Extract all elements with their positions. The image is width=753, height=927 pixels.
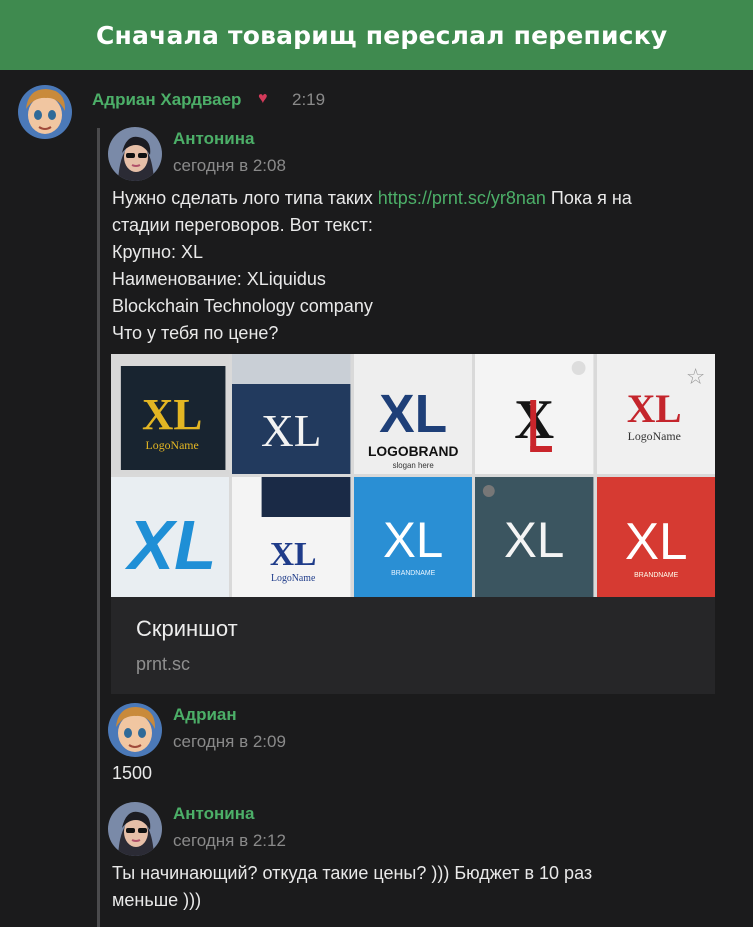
logo-tile: XL: [475, 477, 594, 597]
logo-tile: XL BRANDNAME: [596, 477, 715, 597]
message-line: Ты начинающий? откуда такие цены? ))) Бю…: [112, 863, 593, 883]
heart-icon: ♥: [258, 90, 268, 107]
forward-time: сегодня в 2:09: [173, 732, 286, 751]
tile-label: LogoName: [271, 573, 316, 584]
svg-text:XL: XL: [142, 391, 202, 439]
message-line: Наименование: XLiquidus: [112, 269, 326, 289]
svg-text:☆: ☆: [686, 365, 705, 390]
logo-tile: XL LogoName: [232, 477, 351, 597]
svg-text:XL: XL: [383, 512, 443, 568]
svg-text:XL: XL: [270, 536, 317, 573]
forward-quote-bar: [97, 128, 100, 927]
logo-tile: X: [475, 354, 594, 474]
forward-author[interactable]: Адриан: [173, 705, 237, 725]
avatar[interactable]: [108, 703, 162, 757]
svg-text:XL: XL: [124, 506, 216, 585]
message-link[interactable]: https://prnt.sc/yr8nan: [378, 188, 546, 208]
logo-tile: XL: [111, 477, 230, 597]
message-line: меньше ))): [112, 890, 202, 910]
link-preview[interactable]: XL LogoName XL XL LOGOBRAND slogan here: [111, 354, 715, 694]
svg-text:XL: XL: [504, 512, 564, 568]
logo-tile: XL: [232, 354, 351, 474]
tile-label: BRANDNAME: [634, 572, 678, 579]
tile-sublabel: slogan here: [392, 461, 434, 470]
message-line: Пока я на: [545, 188, 632, 208]
message-line: Что у тебя по цене?: [112, 323, 279, 343]
logo-tile: XL LogoName ☆: [596, 354, 715, 474]
forward-time: сегодня в 2:12: [173, 831, 286, 850]
message-line: Blockchain Technology company: [112, 296, 373, 316]
post-time: 2:19: [292, 90, 326, 109]
post-author[interactable]: Адриан Хардваер: [92, 90, 241, 110]
tile-label: BRANDNAME: [391, 570, 435, 577]
svg-text:XL: XL: [626, 387, 681, 431]
page-title: Сначала товарищ переслал переписку: [96, 20, 668, 50]
svg-text:XL: XL: [379, 384, 447, 444]
preview-image[interactable]: XL LogoName XL XL LOGOBRAND slogan here: [111, 354, 715, 597]
preview-domain: prnt.sc: [136, 654, 191, 674]
header-bar: Сначала товарищ переслал переписку: [0, 0, 753, 70]
message-line: стадии переговоров. Вот текст:: [112, 215, 373, 235]
forward-time: сегодня в 2:08: [173, 156, 286, 175]
svg-text:XL: XL: [624, 512, 687, 570]
message-text: Ты начинающий? откуда такие цены? ))) Бю…: [112, 860, 712, 914]
logo-tile: XL LOGOBRAND slogan here: [353, 354, 473, 474]
avatar[interactable]: [108, 802, 162, 856]
message-text: 1500: [112, 763, 153, 783]
svg-text:XL: XL: [261, 405, 321, 456]
logo-tile: XL LogoName: [111, 354, 230, 474]
preview-title[interactable]: Скриншот: [136, 616, 238, 642]
avatar[interactable]: [18, 85, 72, 139]
forward-author[interactable]: Антонина: [173, 129, 254, 149]
message-line: Нужно сделать лого типа таких: [112, 188, 378, 208]
message-line: Крупно: XL: [112, 242, 204, 262]
tile-label: LogoName: [146, 438, 199, 452]
message-text: Нужно сделать лого типа таких https://pr…: [112, 185, 712, 347]
logo-tile: XL BRANDNAME: [353, 477, 473, 597]
tile-label: LOGOBRAND: [368, 443, 458, 459]
forward-author[interactable]: Антонина: [173, 804, 254, 824]
avatar[interactable]: [108, 127, 162, 181]
tile-label: LogoName: [627, 429, 680, 443]
